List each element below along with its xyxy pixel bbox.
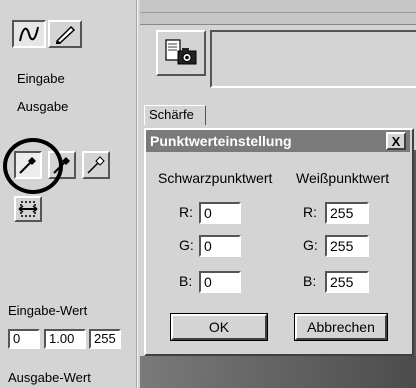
freehand-mode-button[interactable] [48, 20, 82, 48]
reset-flip-button[interactable] [14, 196, 42, 222]
curve-mode-button[interactable] [12, 20, 46, 48]
ok-button[interactable]: OK [170, 313, 268, 341]
flip-icon [18, 201, 38, 217]
ausgabe-label: Ausgabe [17, 99, 69, 114]
black-b-label: B: [179, 273, 193, 289]
eingabe-label: Eingabe [17, 71, 65, 86]
curve-tool-group [12, 20, 84, 50]
curve-icon [19, 26, 39, 42]
white-r-input[interactable]: 255 [325, 202, 369, 224]
white-b-label: B: [303, 273, 317, 289]
white-point-eyedropper-button[interactable] [82, 151, 110, 179]
preview-field [210, 30, 416, 88]
eingabe-wert-label: Eingabe-Wert [8, 303, 88, 318]
tab-schaerfe[interactable]: Schärfe [144, 105, 206, 125]
eingabe-wert-gamma-field[interactable]: 1.00 [44, 329, 86, 349]
black-r-input[interactable]: 0 [199, 202, 241, 224]
black-point-header: Schwarzpunktwert [158, 170, 273, 186]
white-g-label: G: [303, 237, 318, 253]
eyedropper-icon [87, 156, 105, 174]
white-b-input[interactable]: 255 [325, 271, 369, 293]
black-b-input[interactable]: 0 [199, 271, 241, 293]
ausgabe-wert-label: Ausgabe-Wert [8, 370, 91, 385]
eingabe-wert-min-field[interactable]: 0 [8, 329, 40, 349]
dialog-close-button[interactable]: X [386, 132, 406, 150]
image-preview-bottom [140, 356, 416, 388]
eingabe-wert-max-field[interactable]: 255 [89, 329, 121, 349]
white-r-label: R: [303, 204, 317, 220]
panel-divider [136, 0, 138, 388]
dialog-title: Punktwerteinstellung [150, 133, 292, 149]
white-g-input[interactable]: 255 [325, 235, 369, 257]
toolbar-divider [140, 12, 416, 13]
camera-icon [165, 39, 197, 65]
highlight-circle [3, 138, 63, 194]
white-point-header: Weißpunktwert [296, 170, 390, 186]
cancel-button[interactable]: Abbrechen [294, 313, 388, 341]
black-g-label: G: [179, 237, 194, 253]
snapshot-button[interactable] [156, 30, 206, 76]
black-r-label: R: [179, 204, 193, 220]
pencil-icon [55, 25, 76, 44]
black-g-input[interactable]: 0 [199, 235, 241, 257]
